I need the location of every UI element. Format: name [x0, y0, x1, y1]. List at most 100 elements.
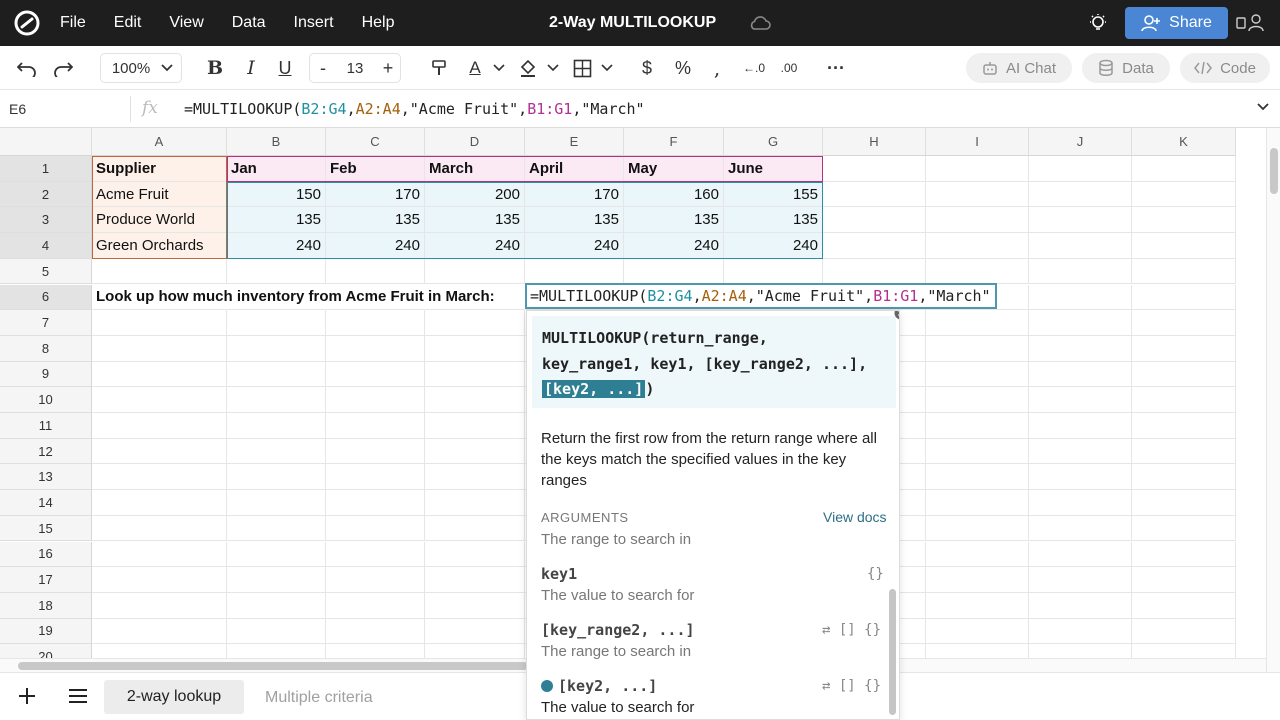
column-header[interactable]: C: [326, 128, 425, 156]
row-header[interactable]: 2: [0, 181, 92, 208]
undo-button[interactable]: [14, 46, 40, 90]
menu-view[interactable]: View: [169, 14, 203, 32]
comma-format-icon[interactable]: ,: [706, 46, 728, 90]
cell[interactable]: [724, 258, 823, 285]
chevron-down-icon[interactable]: [598, 46, 616, 90]
font-size-decrease-button[interactable]: -: [311, 46, 335, 90]
chevron-down-icon[interactable]: [490, 46, 508, 90]
cell[interactable]: [926, 644, 1029, 658]
value-cell[interactable]: 240: [525, 233, 624, 259]
cell-reference[interactable]: E6: [9, 101, 26, 117]
cell[interactable]: [926, 592, 1029, 619]
column-header[interactable]: J: [1029, 128, 1132, 156]
column-header[interactable]: H: [823, 128, 926, 156]
value-cell[interactable]: 170: [326, 181, 425, 208]
cell[interactable]: [1029, 387, 1132, 413]
cell[interactable]: [425, 592, 525, 619]
menu-data[interactable]: Data: [232, 14, 266, 32]
supplier-cell[interactable]: Green Orchards: [92, 233, 227, 259]
header-cell-month[interactable]: May: [624, 156, 724, 182]
font-size-value[interactable]: 13: [340, 46, 370, 90]
cell[interactable]: [92, 464, 227, 491]
row-header[interactable]: 5: [0, 258, 92, 285]
document-title[interactable]: 2-Way MULTILOOKUP: [549, 14, 716, 32]
redo-button[interactable]: [50, 46, 76, 90]
cell[interactable]: [227, 541, 326, 568]
cell[interactable]: [525, 258, 624, 285]
cell[interactable]: [92, 567, 227, 593]
cell[interactable]: [425, 644, 525, 658]
cell[interactable]: [92, 541, 227, 568]
close-icon[interactable]: [894, 310, 900, 320]
scrollbar-thumb[interactable]: [1270, 148, 1278, 194]
cell[interactable]: [926, 541, 1029, 568]
header-cell-month[interactable]: April: [525, 156, 624, 182]
cell[interactable]: [227, 567, 326, 593]
cell[interactable]: [92, 515, 227, 542]
cell[interactable]: [823, 207, 926, 234]
cell[interactable]: [1029, 413, 1132, 439]
cell[interactable]: [326, 310, 425, 336]
cell[interactable]: [1029, 335, 1132, 362]
cell[interactable]: [1132, 413, 1236, 439]
row-header[interactable]: 4: [0, 233, 92, 259]
font-size-increase-button[interactable]: +: [376, 46, 400, 90]
cell[interactable]: [425, 438, 525, 465]
cell[interactable]: [1132, 335, 1236, 362]
menu-file[interactable]: File: [60, 14, 86, 32]
cell[interactable]: [425, 335, 525, 362]
cell[interactable]: [1132, 258, 1236, 285]
menu-help[interactable]: Help: [362, 14, 395, 32]
formula-input[interactable]: =MULTILOOKUP(B2:G4,A2:A4,"Acme Fruit",B1…: [184, 100, 645, 118]
cell[interactable]: [92, 258, 227, 285]
cell[interactable]: [1029, 592, 1132, 619]
fill-color-icon[interactable]: [516, 46, 540, 90]
cell[interactable]: [926, 618, 1029, 645]
cell[interactable]: [1132, 207, 1236, 234]
cell[interactable]: [1132, 618, 1236, 645]
cell[interactable]: [823, 181, 926, 208]
cell[interactable]: [823, 258, 926, 285]
row-header[interactable]: 19: [0, 618, 92, 645]
users-icon[interactable]: [1236, 12, 1268, 34]
row-header[interactable]: 18: [0, 592, 92, 619]
chevron-down-icon[interactable]: [544, 46, 562, 90]
cell[interactable]: [926, 361, 1029, 388]
cell[interactable]: [227, 592, 326, 619]
row-header[interactable]: 7: [0, 310, 92, 336]
cell[interactable]: [92, 618, 227, 645]
row-header[interactable]: 15: [0, 515, 92, 542]
tab-multiple-criteria[interactable]: Multiple criteria: [265, 689, 373, 707]
cell[interactable]: [326, 387, 425, 413]
cell[interactable]: [425, 541, 525, 568]
cell[interactable]: [425, 413, 525, 439]
cell[interactable]: [926, 181, 1029, 208]
cell[interactable]: [1132, 490, 1236, 516]
cell[interactable]: [227, 618, 326, 645]
column-header[interactable]: B: [227, 128, 326, 156]
cell[interactable]: [1029, 181, 1132, 208]
column-header[interactable]: E: [525, 128, 624, 156]
value-cell[interactable]: 135: [227, 207, 326, 234]
cell[interactable]: [92, 644, 227, 658]
cell[interactable]: [926, 207, 1029, 234]
cell[interactable]: [1132, 387, 1236, 413]
row-header[interactable]: 16: [0, 541, 92, 568]
cell[interactable]: [425, 387, 525, 413]
column-header[interactable]: G: [724, 128, 823, 156]
cell[interactable]: [926, 464, 1029, 491]
cell[interactable]: [1029, 644, 1132, 658]
value-cell[interactable]: 240: [326, 233, 425, 259]
menu-insert[interactable]: Insert: [294, 14, 334, 32]
cell[interactable]: [1132, 310, 1236, 336]
cell[interactable]: [425, 258, 525, 285]
cell[interactable]: [1132, 464, 1236, 491]
underline-button[interactable]: U: [274, 46, 296, 90]
cell[interactable]: [926, 515, 1029, 542]
column-header[interactable]: K: [1132, 128, 1236, 156]
share-button[interactable]: Share: [1125, 7, 1228, 39]
cell[interactable]: [425, 361, 525, 388]
cell[interactable]: [425, 515, 525, 542]
cell[interactable]: [1029, 284, 1132, 311]
question-cell[interactable]: Look up how much inventory from Acme Fru…: [92, 285, 495, 311]
